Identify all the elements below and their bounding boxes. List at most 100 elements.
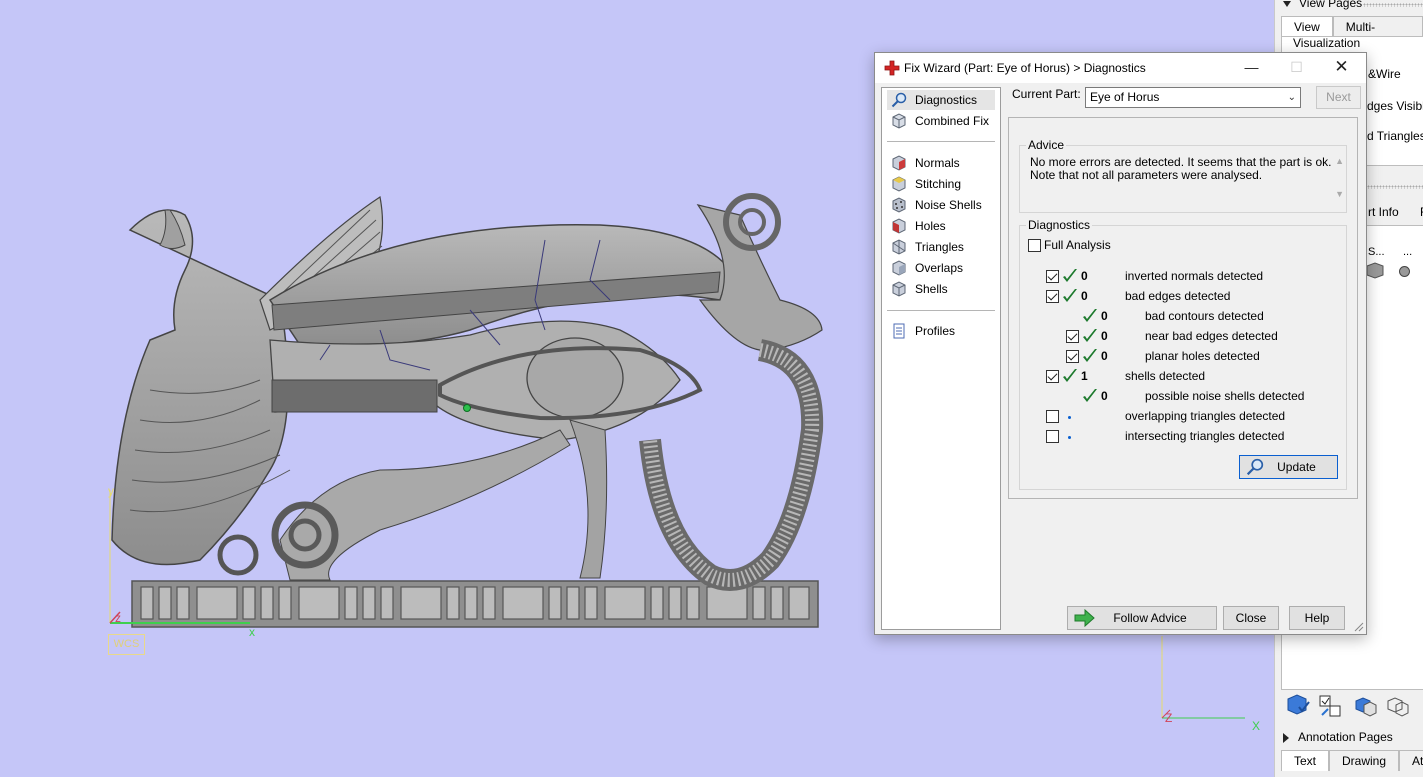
check-ok-icon — [1083, 309, 1097, 322]
row-checkbox[interactable] — [1066, 350, 1079, 363]
tab-drawing[interactable]: Drawing — [1329, 750, 1400, 771]
scroll-down-icon[interactable]: ▼ — [1335, 189, 1344, 199]
nav-item-holes[interactable]: Holes — [887, 216, 995, 236]
row-checkbox[interactable] — [1046, 410, 1059, 423]
nav-item-combined-fix[interactable]: Combined Fix — [887, 111, 995, 131]
axis-y-label: y — [108, 484, 114, 498]
status-dot-icon — [1068, 416, 1071, 419]
dotted-divider-2 — [1367, 185, 1423, 189]
annotation-pages-header[interactable]: Annotation Pages — [1283, 730, 1393, 744]
nav-item-label: Holes — [915, 219, 946, 233]
wcs-label: WCS — [108, 634, 145, 655]
row-count: 0 — [1101, 329, 1108, 343]
row-checkbox[interactable] — [1046, 290, 1059, 303]
maximize-button[interactable]: ☐ — [1274, 53, 1319, 83]
diagnostics-title: Diagnostics — [1026, 218, 1093, 232]
row-text: bad contours detected — [1145, 309, 1264, 323]
row-text: shells detected — [1125, 369, 1206, 383]
row-checkbox[interactable] — [1046, 270, 1059, 283]
row-count: 0 — [1101, 349, 1108, 363]
nav-item-stitching[interactable]: Stitching — [887, 174, 995, 194]
cubes-icon[interactable] — [1353, 693, 1379, 719]
follow-advice-button[interactable]: Follow Advice — [1067, 606, 1217, 630]
current-part-select[interactable]: Eye of Horus ⌄ — [1085, 87, 1301, 108]
nav-item-diagnostics[interactable]: Diagnostics — [887, 90, 995, 110]
nav-item-profiles[interactable]: Profiles — [887, 321, 995, 341]
row-text: planar holes detected — [1145, 349, 1260, 363]
full-analysis-label: Full Analysis — [1044, 238, 1111, 252]
part-info-tab[interactable]: rt Info — [1368, 205, 1399, 219]
row-text: intersecting triangles detected — [1125, 429, 1285, 443]
nav-item-label: Overlaps — [915, 261, 964, 275]
annotation-pages-label: Annotation Pages — [1298, 730, 1393, 744]
nav-item-label: Diagnostics — [915, 93, 978, 107]
diagnostic-row: 0 bad edges detected — [1020, 287, 1340, 307]
view-pages-label: View Pages — [1299, 0, 1363, 10]
wire-cubes-icon[interactable] — [1385, 693, 1411, 719]
check-ok-icon — [1083, 389, 1097, 402]
check-ok-icon — [1063, 289, 1077, 302]
diagnostic-row: 0 inverted normals detected — [1020, 267, 1340, 287]
current-part-value: Eye of Horus — [1090, 90, 1160, 104]
normals-cube-icon — [892, 155, 906, 171]
title-bar[interactable]: Fix Wizard (Part: Eye of Horus) > Diagno… — [875, 53, 1366, 83]
nav-item-label: Profiles — [915, 324, 956, 338]
minimize-icon: — — [1244, 59, 1259, 75]
triangles-cube-icon — [892, 239, 906, 255]
collapse-icon — [1283, 0, 1291, 7]
cube-check-icon[interactable] — [1285, 693, 1311, 719]
advice-group: Advice No more errors are detected. It s… — [1019, 138, 1347, 213]
row-text: inverted normals detected — [1125, 269, 1264, 283]
tab-attributes[interactable]: Att — [1399, 750, 1423, 771]
help-button[interactable]: Help — [1289, 606, 1345, 630]
nav-item-label: Triangles — [915, 240, 964, 254]
row-text: possible noise shells detected — [1145, 389, 1305, 403]
row-count: 0 — [1081, 269, 1088, 283]
row-count: 1 — [1081, 369, 1088, 383]
nav-divider — [887, 310, 995, 311]
nav-item-triangles[interactable]: Triangles — [887, 237, 995, 257]
view-pages-header[interactable]: View Pages — [1283, 0, 1362, 10]
minimize-button[interactable]: — — [1229, 53, 1274, 83]
noise-shells-icon — [892, 197, 906, 213]
chevron-down-icon: ⌄ — [1287, 92, 1296, 103]
check-ok-icon — [1083, 349, 1097, 362]
nav-item-shells[interactable]: Shells — [887, 279, 995, 299]
follow-advice-label: Follow Advice — [1113, 611, 1187, 625]
diagnostic-row: 1 shells detected — [1020, 367, 1340, 387]
shell-cube-icon — [1366, 262, 1384, 279]
diagnostics-panel: Advice No more errors are detected. It s… — [1008, 117, 1358, 499]
close-button[interactable]: Close — [1223, 606, 1279, 630]
full-analysis-checkbox[interactable] — [1028, 239, 1041, 252]
triangles-visible-option[interactable]: d Triangles V — [1367, 129, 1423, 143]
checkbox-toggle-icon[interactable] — [1317, 693, 1343, 719]
scroll-up-icon[interactable]: ▲ — [1335, 156, 1344, 166]
nav-item-label: Combined Fix — [915, 114, 990, 128]
row-count: 0 — [1101, 389, 1108, 403]
nav-item-noise-shells[interactable]: Noise Shells — [887, 195, 995, 215]
nav-item-label: Normals — [915, 156, 960, 170]
wire-option[interactable]: &Wire — [1368, 67, 1401, 81]
arrow-right-icon — [1074, 609, 1095, 627]
visualization-label: Visualization — [1293, 36, 1361, 50]
row-text: overlapping triangles detected — [1125, 409, 1286, 423]
update-button[interactable]: Update — [1239, 455, 1338, 479]
tab-text[interactable]: Text — [1281, 750, 1330, 771]
close-window-button[interactable]: ✕ — [1319, 53, 1364, 83]
row-checkbox[interactable] — [1046, 370, 1059, 383]
fix-wizard-cross-icon — [884, 60, 900, 76]
holes-cube-icon — [892, 218, 906, 234]
next-button[interactable]: Next — [1316, 86, 1361, 109]
row-text: bad edges detected — [1125, 289, 1231, 303]
nav-item-overlaps[interactable]: Overlaps — [887, 258, 995, 278]
edges-visible-option[interactable]: dges Visible — [1367, 99, 1423, 113]
nav-item-normals[interactable]: Normals — [887, 153, 995, 173]
advice-line-2: Note that not all parameters were analys… — [1030, 168, 1263, 182]
stitching-cube-icon — [892, 176, 906, 192]
update-label: Update — [1277, 460, 1316, 474]
diagnostic-row: overlapping triangles detected — [1020, 407, 1340, 427]
row-checkbox[interactable] — [1046, 430, 1059, 443]
row-checkbox[interactable] — [1066, 330, 1079, 343]
nav-item-label: Stitching — [915, 177, 962, 191]
resize-grip-icon[interactable] — [1354, 622, 1364, 632]
